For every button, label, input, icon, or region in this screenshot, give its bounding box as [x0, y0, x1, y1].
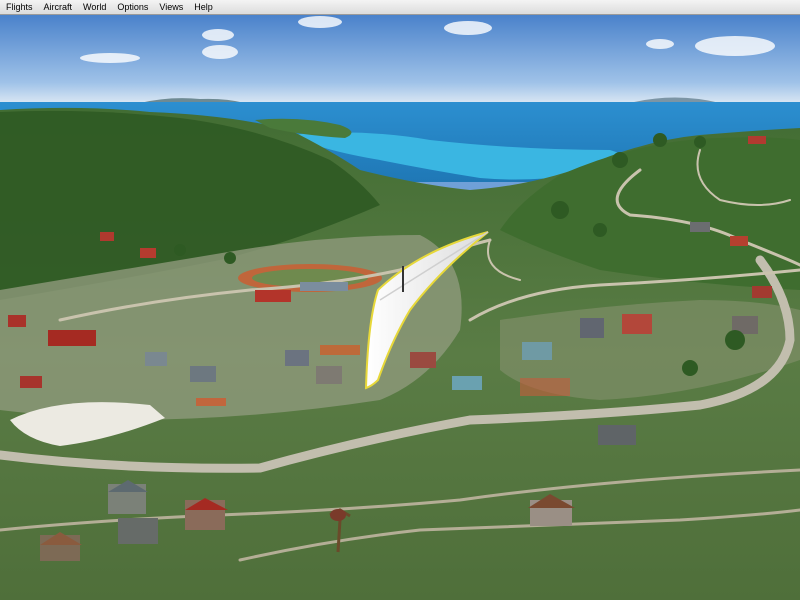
house — [8, 315, 26, 327]
house — [452, 376, 482, 390]
house — [20, 376, 42, 388]
house — [320, 345, 360, 355]
house — [520, 378, 570, 396]
house — [140, 248, 156, 258]
house — [100, 232, 114, 241]
house — [522, 342, 552, 360]
house — [690, 222, 710, 232]
house — [580, 318, 604, 338]
house — [316, 366, 342, 384]
menu-help[interactable]: Help — [188, 0, 218, 14]
house — [598, 425, 636, 445]
menu-options[interactable]: Options — [111, 0, 153, 14]
house — [118, 518, 158, 544]
house — [145, 352, 167, 366]
house — [48, 330, 96, 346]
menu-bar: Flights Aircraft World Options Views Hel… — [0, 0, 800, 15]
house — [196, 398, 226, 406]
house — [285, 350, 309, 366]
house — [752, 286, 772, 298]
menu-views[interactable]: Views — [153, 0, 188, 14]
simulator-viewport — [0, 15, 800, 600]
house — [622, 314, 652, 334]
menu-flights[interactable]: Flights — [0, 0, 38, 14]
house — [300, 282, 348, 291]
house — [748, 136, 766, 144]
house — [410, 352, 436, 368]
house — [190, 366, 216, 382]
house — [255, 290, 291, 302]
house — [730, 236, 748, 246]
menu-aircraft[interactable]: Aircraft — [38, 0, 78, 14]
menu-world[interactable]: World — [77, 0, 111, 14]
